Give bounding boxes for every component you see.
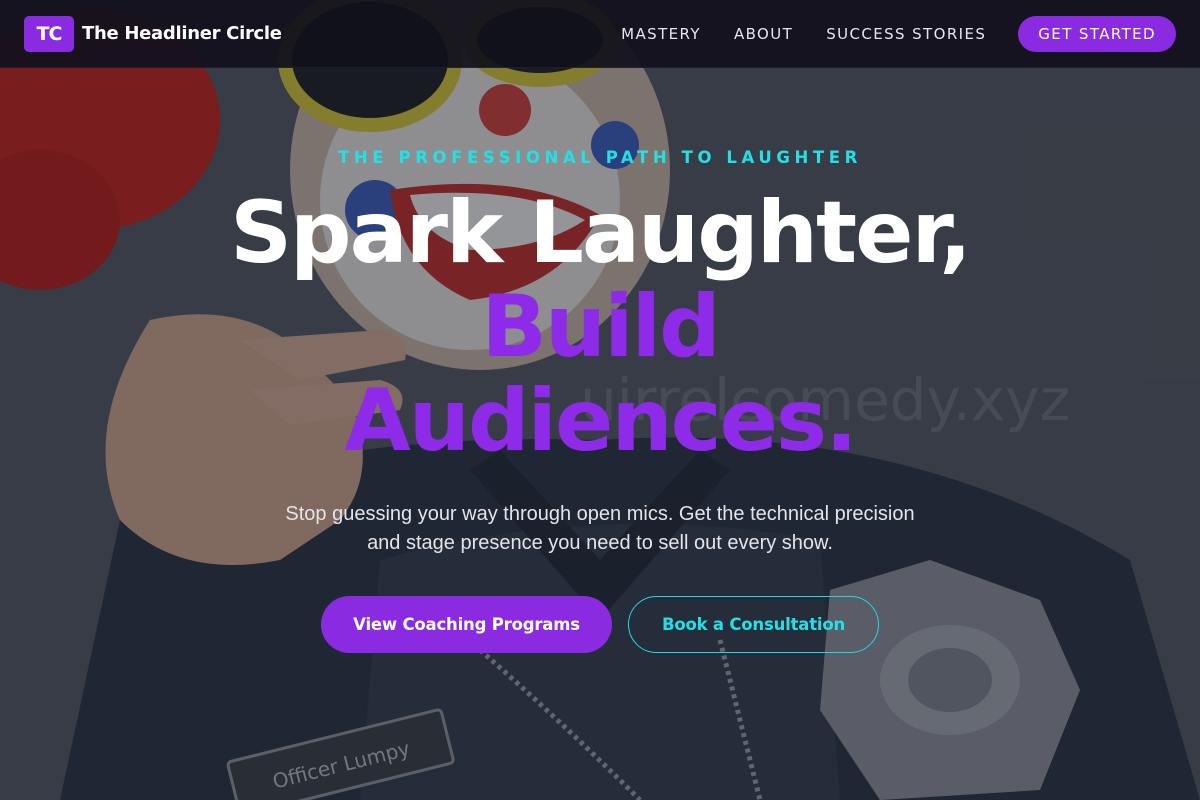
book-consultation-button[interactable]: Book a Consultation xyxy=(628,596,879,653)
headline-line-2: Build xyxy=(481,277,720,377)
brand-name[interactable]: The Headliner Circle xyxy=(82,23,282,44)
hero-eyebrow: THE PROFESSIONAL PATH TO LAUGHTER xyxy=(338,148,862,167)
nav-link-mastery[interactable]: MASTERY xyxy=(621,25,701,43)
view-coaching-programs-button[interactable]: View Coaching Programs xyxy=(321,596,612,653)
headline-line-1: Spark Laughter, xyxy=(230,183,972,283)
headline-line-3: Audiences. xyxy=(344,371,858,471)
nav-link-success-stories[interactable]: SUCCESS STORIES xyxy=(826,25,986,43)
get-started-button[interactable]: GET STARTED xyxy=(1018,15,1176,52)
nav-links: MASTERY ABOUT SUCCESS STORIES xyxy=(621,25,986,43)
logo-badge[interactable]: TC xyxy=(24,15,74,52)
hero-subtext: Stop guessing your way through open mics… xyxy=(285,503,915,554)
hero-headline: Spark Laughter, Build Audiences. xyxy=(0,186,1200,468)
hero-section: THE PROFESSIONAL PATH TO LAUGHTER Spark … xyxy=(0,0,1200,800)
top-navbar: TC The Headliner Circle MASTERY ABOUT SU… xyxy=(0,0,1200,68)
nav-link-about[interactable]: ABOUT xyxy=(734,25,793,43)
